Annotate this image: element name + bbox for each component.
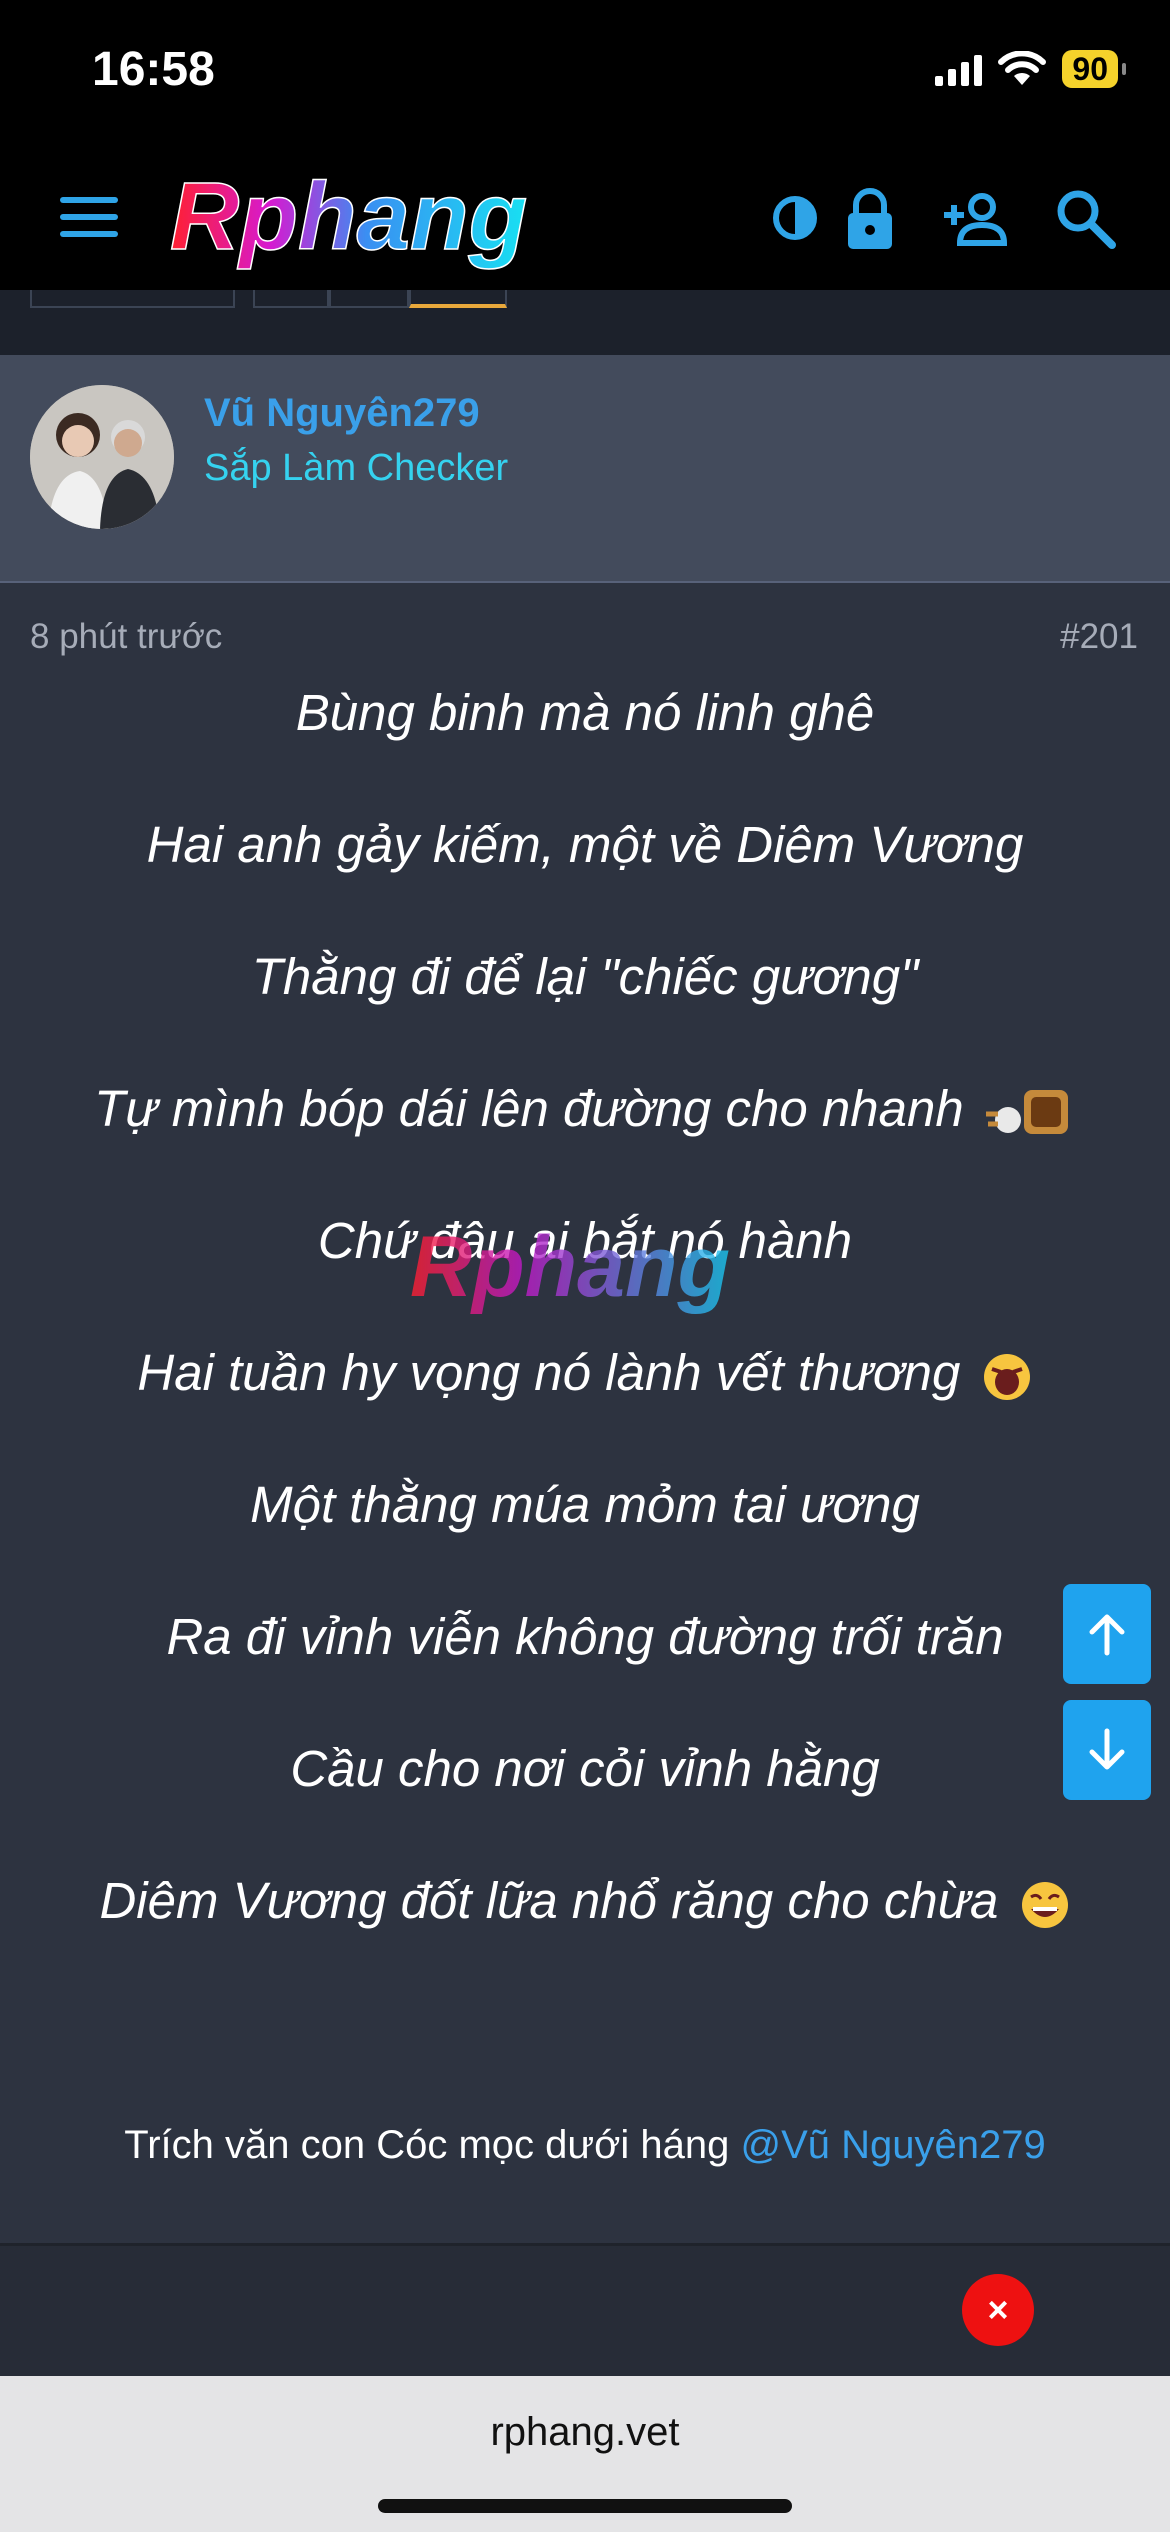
poem-line: Thằng đi để lại "chiếc gương" — [251, 948, 919, 1005]
thumbnail[interactable] — [253, 290, 329, 308]
author-name[interactable]: Vũ Nguyên279 — [204, 391, 480, 436]
thumbnail-active[interactable] — [409, 290, 507, 308]
user-mention-link[interactable]: @Vũ Nguyên279 — [740, 2123, 1045, 2167]
post-timestamp[interactable]: 8 phút trước — [30, 617, 222, 657]
home-indicator — [378, 2499, 792, 2513]
close-ad-button[interactable]: × — [962, 2274, 1034, 2346]
author-user-title: Sắp Làm Checker — [204, 447, 509, 489]
wifi-icon — [998, 51, 1047, 85]
post-author-header: Vũ Nguyên279 Sắp Làm Checker — [0, 355, 1170, 583]
svg-text:Rphang: Rphang — [170, 165, 527, 270]
poem-line: Tự mình bóp dái lên đường cho nhanh — [0, 1079, 1170, 1211]
avatar[interactable] — [30, 385, 174, 529]
thumbnail[interactable] — [329, 290, 409, 308]
register-user-icon[interactable] — [940, 183, 1010, 253]
arrow-down-icon — [1089, 1728, 1125, 1770]
menu-icon[interactable] — [60, 197, 118, 237]
theme-toggle-icon[interactable] — [760, 183, 830, 253]
poem-line: Ra đi vỉnh viễn không đường trối trăn — [166, 1608, 1004, 1665]
arrow-up-icon — [1089, 1614, 1125, 1656]
poem-line: Diêm Vương đốt lữa nhổ răng cho chừa — [0, 1871, 1170, 2003]
scroll-to-bottom-button[interactable] — [1063, 1700, 1151, 1800]
scroll-to-top-button[interactable] — [1063, 1584, 1151, 1684]
poem-line: Hai anh gảy kiếm, một về Diêm Vương — [146, 816, 1024, 873]
svg-text:Rphang: Rphang — [410, 1219, 730, 1315]
screaming-face-emoji-icon — [983, 1353, 1030, 1400]
laughing-face-emoji-icon — [1021, 1881, 1068, 1928]
poem-line: Bùng binh mà nó linh ghê — [295, 684, 875, 741]
poem-line: Hai tuần hy vọng nó lành vết thương — [0, 1343, 1170, 1475]
cellular-signal-icon — [935, 52, 983, 86]
poem-line: Cầu cho nơi cỏi vỉnh hằng — [290, 1740, 880, 1797]
site-logo[interactable]: Rphang — [162, 165, 722, 275]
thread-preview-strip — [0, 290, 1170, 355]
thumbnail[interactable] — [30, 290, 235, 308]
browser-url-bar[interactable]: rphang.vet — [0, 2376, 1170, 2532]
url-text[interactable]: rphang.vet — [0, 2410, 1170, 2455]
login-lock-icon[interactable] — [835, 183, 905, 253]
post-body: Bùng binh mà nó linh ghê Hai anh gảy kiế… — [0, 683, 1170, 2003]
post-number[interactable]: #201 — [1060, 617, 1138, 657]
status-icons: 90 — [935, 50, 1126, 88]
search-icon[interactable] — [1050, 183, 1120, 253]
post-signature: Trích văn con Cóc mọc dưới háng @Vũ Nguy… — [124, 2123, 1046, 2167]
top-navigation: Rphang — [0, 145, 1170, 290]
battery-indicator: 90 — [1062, 50, 1126, 88]
status-time: 16:58 — [92, 43, 215, 96]
post-content: 8 phút trước #201 Bùng binh mà nó linh g… — [0, 583, 1170, 2243]
status-bar: 16:58 90 — [0, 0, 1170, 145]
logo-watermark: Rphang — [410, 1219, 730, 1315]
poem-line: Một thằng múa mỏm tai ương — [250, 1476, 920, 1533]
running-emoji-icon — [985, 1089, 1068, 1134]
